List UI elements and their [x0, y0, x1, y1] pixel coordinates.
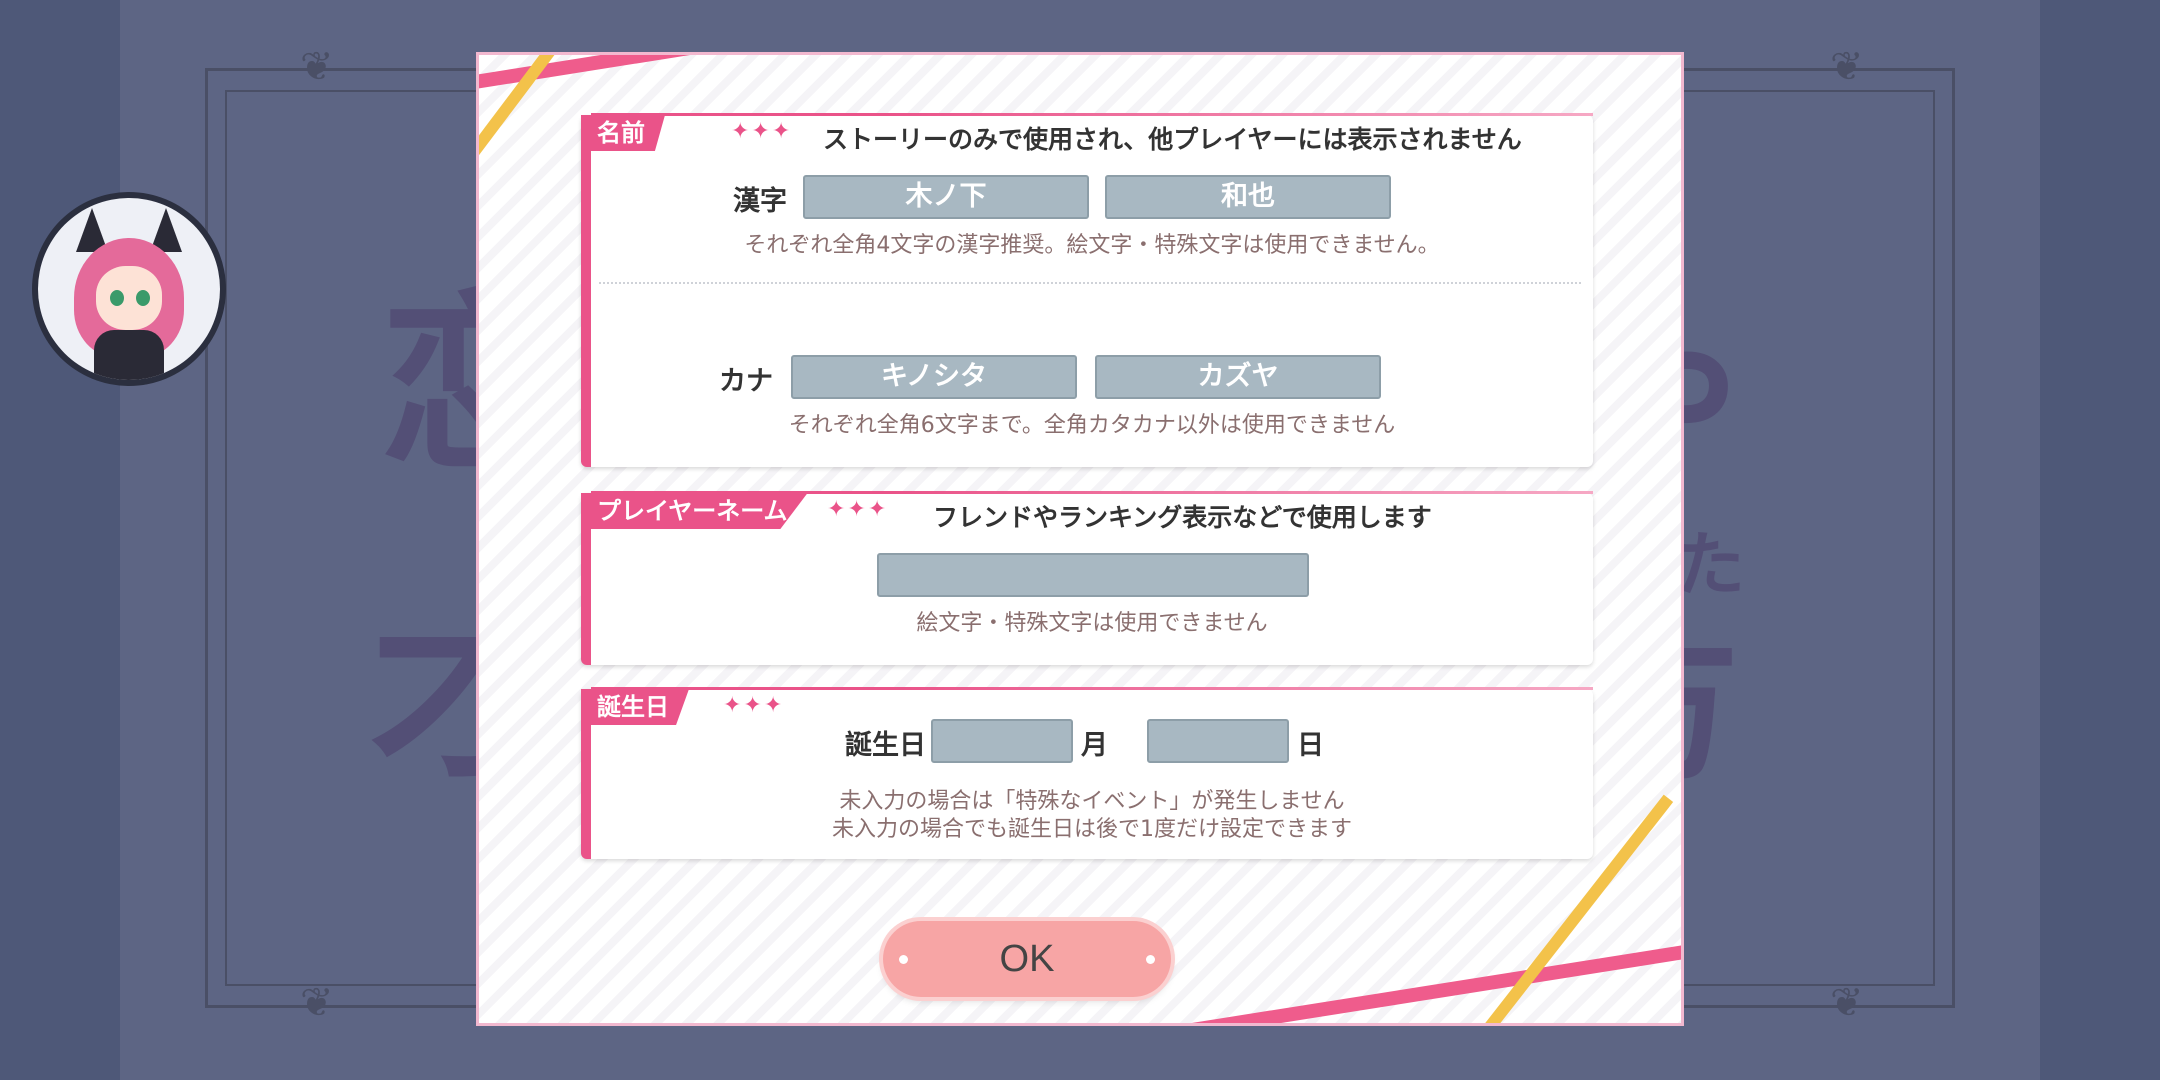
avatar-eye [136, 290, 150, 306]
sparkle-icon: ✦✦✦ [723, 693, 785, 718]
kanji-first-name-field[interactable]: 和也 [1105, 175, 1391, 219]
sparkle-icon: ✦✦✦ [731, 119, 793, 144]
birth-month-field[interactable] [931, 719, 1073, 763]
character-avatar[interactable] [38, 198, 220, 380]
section-description: ストーリーのみで使用され、他プレイヤーには表示されません [823, 125, 1522, 154]
ornament-icon: ❦ [300, 44, 334, 90]
kana-last-name-field[interactable]: キノシタ [791, 355, 1077, 399]
day-unit: 日 [1297, 730, 1324, 761]
name-section: 名前 ✦✦✦ ストーリーのみで使用され、他プレイヤーには表示されません 漢字 木… [581, 113, 1593, 467]
kanji-hint: それぞれ全角4文字の漢字推奨。絵文字・特殊文字は使用できません。 [744, 233, 1440, 258]
kanji-last-name-field[interactable]: 木ノ下 [803, 175, 1089, 219]
birth-day-field[interactable] [1147, 719, 1289, 763]
kana-hint: それぞれ全角6文字まで。全角カタカナ以外は使用できません [788, 413, 1396, 438]
decor-stripe [479, 55, 1005, 93]
ornament-icon: ❦ [1830, 980, 1864, 1026]
ornament-icon: ❦ [300, 980, 334, 1026]
avatar-eye [110, 290, 124, 306]
kana-label: カナ [719, 366, 773, 397]
section-tag: プレイヤーネーム [581, 493, 808, 529]
player-name-hint: 絵文字・特殊文字は使用できません [916, 611, 1268, 636]
button-dot [1146, 955, 1155, 964]
profile-dialog: 名前 ✦✦✦ ストーリーのみで使用され、他プレイヤーには表示されません 漢字 木… [476, 52, 1684, 1026]
month-unit: 月 [1081, 730, 1108, 761]
divider [599, 282, 1581, 284]
player-name-section: プレイヤーネーム ✦✦✦ フレンドやランキング表示などで使用します 絵文字・特殊… [581, 491, 1593, 665]
section-tag: 誕生日 [581, 689, 689, 725]
background-title-char: た [1675, 523, 1745, 606]
avatar-body [94, 330, 164, 380]
ok-button[interactable]: OK [883, 921, 1171, 997]
birthday-label: 誕生日 [845, 730, 926, 761]
birthday-section: 誕生日 ✦✦✦ 誕生日 月 日 未入力の場合は「特殊なイベント」が発生しません … [581, 687, 1593, 859]
avatar-face [96, 266, 162, 330]
kanji-label: 漢字 [733, 186, 787, 217]
kana-first-name-field[interactable]: カズヤ [1095, 355, 1381, 399]
ok-button-label: OK [999, 938, 1055, 980]
decor-stripe [1179, 928, 1681, 1023]
player-name-field[interactable] [877, 553, 1309, 597]
birthday-hint-2: 未入力の場合でも誕生日は後で1度だけ設定できます [832, 817, 1352, 842]
section-tag: 名前 [581, 115, 665, 151]
ornament-icon: ❦ [1830, 44, 1864, 90]
button-dot [899, 955, 908, 964]
sparkle-icon: ✦✦✦ [827, 497, 889, 522]
section-description: フレンドやランキング表示などで使用します [933, 503, 1432, 532]
